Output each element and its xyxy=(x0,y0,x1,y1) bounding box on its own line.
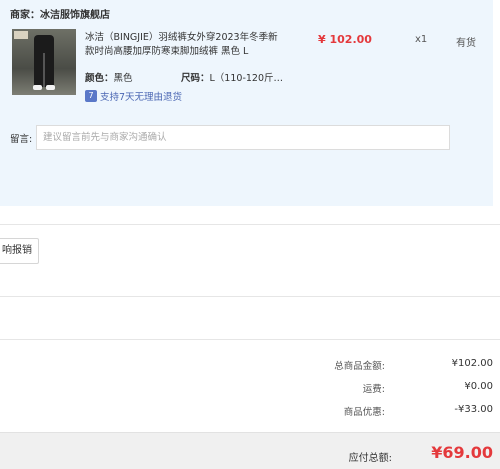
product-price: ¥ 102.00 xyxy=(318,33,372,46)
discount-label: 商品优惠: xyxy=(343,407,385,418)
merchant-name[interactable]: 冰洁服饰旗舰店 xyxy=(40,10,110,21)
order-item-panel: 商家：冰洁服饰旗舰店 冰洁（BINGJIE）羽绒裤女外穿2023年冬季新款时尚高… xyxy=(0,0,493,206)
product-color: 颜色：黑色 xyxy=(85,70,133,84)
stock-status: 有货 xyxy=(456,38,476,49)
discount-value: -¥33.00 xyxy=(454,404,493,415)
product-title[interactable]: 冰洁（BINGJIE）羽绒裤女外穿2023年冬季新款时尚高腰加厚防寒束脚加绒裤 … xyxy=(85,31,285,59)
goods-total-value: ¥102.00 xyxy=(451,358,493,369)
product-size: 尺码：L（110-120斤… xyxy=(181,70,283,84)
shipping-value: ¥0.00 xyxy=(464,381,493,392)
divider xyxy=(0,296,500,297)
discount-row: 商品优惠: -¥33.00 xyxy=(293,404,493,418)
return-policy-text: 支持7天无理由退货 xyxy=(100,92,183,103)
divider xyxy=(0,224,500,225)
message-input[interactable] xyxy=(36,125,450,150)
color-value: 黑色 xyxy=(113,73,133,84)
product-image[interactable] xyxy=(12,29,76,95)
color-label: 颜色： xyxy=(85,73,114,84)
total-value: ¥69.00 xyxy=(431,443,493,462)
total-label: 应付总额: xyxy=(348,453,392,464)
return-policy-badge: 7 支持7天无理由退货 xyxy=(85,89,182,103)
size-label: 尺码： xyxy=(181,73,210,84)
shipping-row: 运费: ¥0.00 xyxy=(293,381,493,395)
merchant-info: 商家：冰洁服饰旗舰店 xyxy=(10,6,110,21)
shipping-label: 运费: xyxy=(362,384,385,395)
divider xyxy=(0,339,500,340)
return-policy-icon: 7 xyxy=(85,90,97,102)
goods-total-row: 总商品金额: ¥102.00 xyxy=(293,358,493,372)
merchant-label: 商家： xyxy=(10,10,40,21)
total-bar: 应付总额: ¥69.00 xyxy=(0,432,500,469)
invoice-button[interactable]: 响报销 xyxy=(0,238,39,264)
size-value: L（110-120斤… xyxy=(209,73,284,84)
product-quantity: x1 xyxy=(415,34,428,45)
goods-total-label: 总商品金额: xyxy=(334,361,385,372)
message-label: 留言: xyxy=(10,134,33,145)
